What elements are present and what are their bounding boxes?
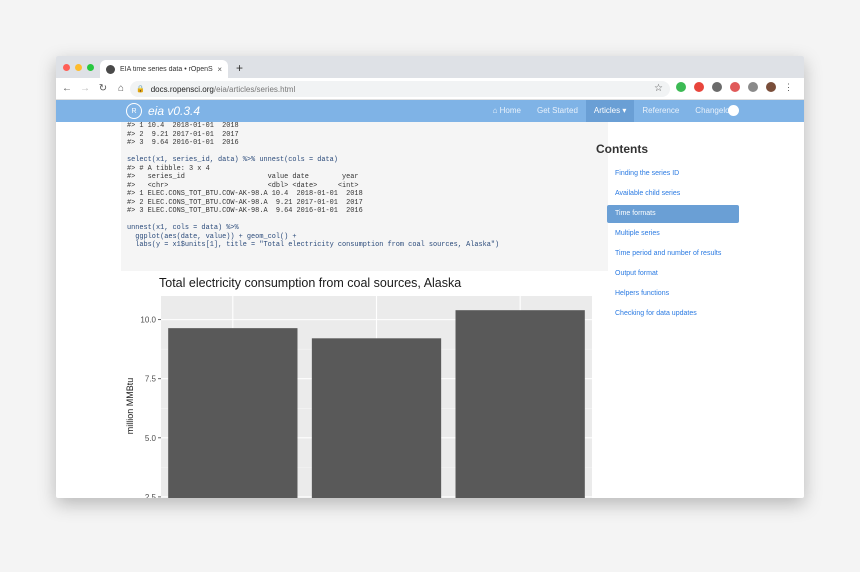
reload-icon[interactable]: ↻ (96, 83, 110, 94)
new-tab-button[interactable]: + (236, 61, 243, 75)
extension-badge-icon[interactable] (712, 82, 722, 92)
brand-title: eia v0.3.4 (148, 104, 201, 118)
toc-item[interactable]: Finding the series ID (607, 165, 739, 183)
toc-item[interactable]: Output format (607, 265, 739, 283)
url-path: /eia/articles/series.html (213, 84, 296, 94)
site-navbar: R eia v0.3.4 ⌂ Home Get Started Articles… (56, 100, 804, 122)
bar (168, 328, 298, 498)
tab-title: EIA time series data • rOpenSci: (120, 65, 214, 73)
chart-svg: Total electricity consumption from coal … (125, 276, 592, 498)
code-line: labs(y = x1$units[1], title = "Total ele… (127, 241, 500, 249)
code-line: #> 3 ELEC.CONS_TOT_BTU.COW-AK-98.A 9.64 … (127, 207, 363, 215)
nav-reference[interactable]: Reference (634, 100, 687, 122)
menu-kebab-icon[interactable]: ⋮ (784, 82, 793, 92)
y-tick-label: 5.0 (145, 434, 157, 443)
lock-icon: 🔒 (136, 86, 145, 93)
code-block: #> 1 10.4 2018-01-01 2018 #> 2 9.21 2017-… (121, 122, 608, 271)
code-line: #> 3 9.64 2016-01-01 2016 (127, 139, 239, 147)
toc-item[interactable]: Available child series (607, 185, 739, 203)
y-axis-label: million MMBtu (125, 378, 135, 435)
browser-tab[interactable]: EIA time series data • rOpenSci: × (100, 60, 228, 78)
chart-title: Total electricity consumption from coal … (159, 276, 461, 290)
y-tick-label: 7.5 (145, 375, 157, 384)
site-brand[interactable]: R eia v0.3.4 (126, 103, 200, 119)
code-line: #> 1 ELEC.CONS_TOT_BTU.COW-AK-98.A 10.4 … (127, 190, 363, 198)
code-line: #> <chr> <dbl> <date> <int> (127, 181, 359, 190)
bar-chart: Total electricity consumption from coal … (121, 271, 608, 498)
minimize-window-button[interactable] (75, 64, 82, 71)
github-favicon-icon (106, 64, 115, 74)
y-tick-label: 2.5 (145, 493, 157, 498)
ropensci-logo-icon: R (126, 103, 142, 119)
nav-links: ⌂ Home Get Started Articles ▾ Reference … (485, 100, 742, 122)
nav-home[interactable]: ⌂ Home (485, 100, 529, 122)
maximize-window-button[interactable] (87, 64, 94, 71)
close-window-button[interactable] (63, 64, 70, 71)
code-line: unnest(x1, cols = data) %>% (127, 224, 239, 232)
contents-heading: Contents (596, 142, 648, 156)
forward-icon[interactable]: → (78, 83, 92, 94)
bookmark-star-icon[interactable]: ☆ (654, 83, 663, 94)
code-line: select(x1, series_id, data) %>% unnest(c… (127, 156, 338, 164)
nav-articles[interactable]: Articles ▾ (585, 100, 635, 122)
window-controls (63, 64, 94, 71)
toc-item[interactable]: Checking for data updates (607, 305, 739, 323)
bar (311, 338, 442, 498)
code-line: #> 2 ELEC.CONS_TOT_BTU.COW-AK-98.A 9.21 … (127, 198, 363, 207)
toc-item[interactable]: Time period and number of results (607, 245, 739, 263)
tab-bar: EIA time series data • rOpenSci: × + (56, 56, 804, 78)
bar (455, 310, 585, 498)
toc-item[interactable]: Helpers functions (607, 285, 739, 303)
code-line: #> 2 9.21 2017-01-01 2017 (127, 130, 239, 139)
extensions-area: ⋮ (676, 82, 793, 92)
code-line: #> # A tibble: 3 x 4 (127, 164, 210, 173)
back-icon[interactable]: ← (60, 83, 74, 94)
toc-item[interactable]: Time formats (607, 205, 739, 223)
nav-get-started[interactable]: Get Started (529, 100, 586, 122)
adblock-icon[interactable] (694, 82, 704, 92)
browser-window: EIA time series data • rOpenSci: × + ← →… (56, 56, 804, 498)
extension-red-icon[interactable] (730, 82, 740, 92)
toc-list: Finding the series ID Available child ser… (607, 165, 739, 325)
github-icon[interactable] (728, 105, 739, 116)
extension-green-icon[interactable] (676, 82, 686, 92)
code-line: ggplot(aes(date, value)) + geom_col() + (127, 232, 297, 241)
browser-toolbar: ← → ↻ ⌂ 🔒 docs.ropensci.org/eia/articles… (56, 78, 804, 100)
home-icon[interactable]: ⌂ (114, 83, 128, 94)
code-line: #> series_id value date year (127, 173, 359, 181)
profile-avatar[interactable] (766, 82, 776, 92)
y-tick-label: 10.0 (140, 316, 156, 325)
toc-item[interactable]: Multiple series (607, 225, 739, 243)
code-line: #> 1 10.4 2018-01-01 2018 (127, 122, 239, 130)
close-tab-icon[interactable]: × (217, 65, 222, 74)
address-bar[interactable]: 🔒 docs.ropensci.org/eia/articles/series.… (130, 81, 670, 97)
url-domain: docs.ropensci.org (150, 84, 214, 94)
shield-icon[interactable] (748, 82, 758, 92)
